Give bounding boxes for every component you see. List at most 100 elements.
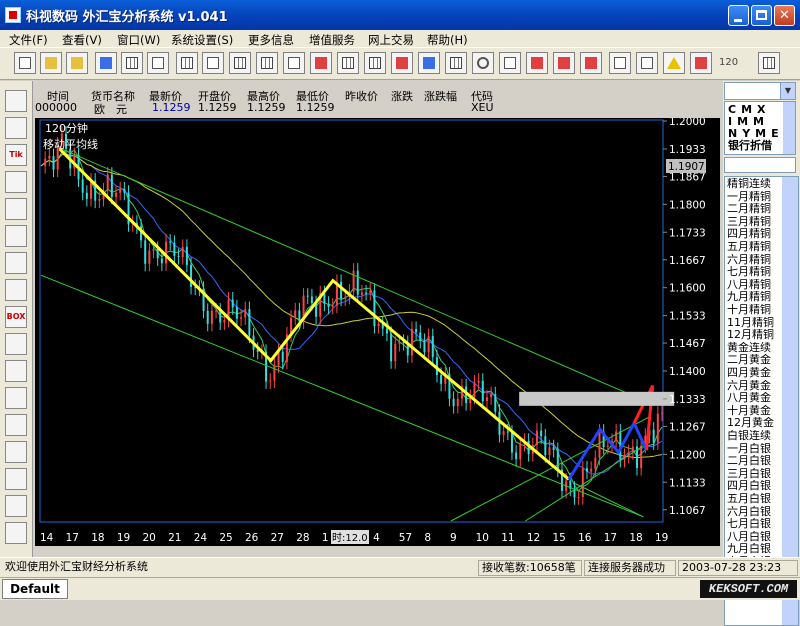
exchange-scrollbar[interactable] bbox=[783, 102, 795, 154]
exchange-list[interactable]: CMX IMM NYME 银行折借 bbox=[724, 101, 796, 155]
product-list-item[interactable]: 十月精铜 bbox=[727, 304, 777, 317]
calc-tool[interactable] bbox=[5, 522, 27, 544]
print-preview-button[interactable] bbox=[121, 52, 143, 74]
product-list-item[interactable]: 八月精铜 bbox=[727, 279, 777, 292]
chart-canvas[interactable]: 1.2000 1.1933 1.1867 1.1800 1.1733 1.1667 1.16… bbox=[35, 118, 720, 528]
product-list-item[interactable]: 二月白银 bbox=[727, 455, 777, 468]
indicator-button[interactable] bbox=[391, 52, 413, 74]
note-button[interactable] bbox=[499, 52, 521, 74]
menu-more-info[interactable]: 更多信息 bbox=[248, 32, 294, 48]
product-list-item[interactable]: 六月黄金 bbox=[727, 380, 777, 393]
product-list-item[interactable]: 11月精铜 bbox=[727, 317, 777, 330]
product-list-item[interactable]: 七月精铜 bbox=[727, 266, 777, 279]
product-list-item[interactable]: 九月精铜 bbox=[727, 291, 777, 304]
product-list-item[interactable]: 八月黄金 bbox=[727, 392, 777, 405]
line-tool[interactable] bbox=[5, 171, 27, 193]
menu-system-settings[interactable]: 系统设置(S) bbox=[171, 32, 233, 48]
eraser-tool[interactable] bbox=[5, 360, 27, 382]
product-list-item[interactable]: 二月精铜 bbox=[727, 203, 777, 216]
x-tick-label: 25 bbox=[219, 532, 232, 544]
product-list-item[interactable]: 一月精铜 bbox=[727, 191, 777, 204]
bars-button[interactable] bbox=[364, 52, 386, 74]
market-combo[interactable]: ▼ bbox=[724, 82, 796, 100]
list-button[interactable] bbox=[758, 52, 780, 74]
product-list-item[interactable]: 四月白银 bbox=[727, 480, 777, 493]
y-tick-label: 1.1933 bbox=[669, 144, 706, 156]
menu-file[interactable]: 文件(F) bbox=[9, 32, 48, 48]
tab-bar: Default bbox=[0, 577, 800, 600]
alert-button[interactable] bbox=[663, 52, 685, 74]
maximize-button[interactable] bbox=[751, 5, 772, 26]
arrow-tool[interactable] bbox=[5, 495, 27, 517]
period-select[interactable]: 120 bbox=[717, 54, 751, 72]
exit-button[interactable] bbox=[690, 52, 712, 74]
film-button[interactable] bbox=[337, 52, 359, 74]
product-list-item[interactable]: 四月黄金 bbox=[727, 367, 777, 380]
layout-button[interactable] bbox=[283, 52, 305, 74]
help-button[interactable] bbox=[636, 52, 658, 74]
tile-button[interactable] bbox=[229, 52, 251, 74]
candle-body bbox=[106, 174, 109, 191]
find-button[interactable] bbox=[147, 52, 169, 74]
panel-button[interactable] bbox=[609, 52, 631, 74]
trendline-button[interactable] bbox=[418, 52, 440, 74]
open-button[interactable] bbox=[40, 52, 62, 74]
table-button[interactable] bbox=[445, 52, 467, 74]
product-list-item[interactable]: 白银连续 bbox=[727, 430, 777, 443]
tab-default[interactable]: Default bbox=[2, 579, 68, 599]
chart-line-button[interactable] bbox=[310, 52, 332, 74]
target-tool[interactable] bbox=[5, 468, 27, 490]
news-button[interactable] bbox=[526, 52, 548, 74]
product-list-item[interactable]: 六月白银 bbox=[727, 506, 777, 519]
tik-tool[interactable]: Tik bbox=[5, 144, 27, 166]
window-button[interactable] bbox=[202, 52, 224, 74]
close-button[interactable]: ✕ bbox=[774, 5, 795, 26]
product-list-item[interactable]: 12月精铜 bbox=[727, 329, 777, 342]
product-list-item[interactable]: 五月精铜 bbox=[727, 241, 777, 254]
minimize-button[interactable] bbox=[728, 5, 749, 26]
product-list-item[interactable]: 七月白银 bbox=[727, 518, 777, 531]
save-button[interactable] bbox=[95, 52, 117, 74]
cascade-button[interactable] bbox=[256, 52, 278, 74]
product-list-item[interactable]: 三月白银 bbox=[727, 468, 777, 481]
toolbar bbox=[0, 48, 800, 80]
menu-online-trade[interactable]: 网上交易 bbox=[368, 32, 414, 48]
product-list-item[interactable]: 五月白银 bbox=[727, 493, 777, 506]
down-button[interactable] bbox=[580, 52, 602, 74]
channel-tool[interactable] bbox=[5, 225, 27, 247]
product-list-item[interactable]: 十月黄金 bbox=[727, 405, 777, 418]
price-chart[interactable]: 1.2000 1.1933 1.1867 1.1800 1.1733 1.1667 1.16… bbox=[35, 118, 720, 528]
fibonacci-fan-tool[interactable] bbox=[5, 90, 27, 112]
new-button[interactable] bbox=[14, 52, 36, 74]
product-list-item[interactable]: 一月白银 bbox=[727, 443, 777, 456]
product-list-item[interactable]: 八月白银 bbox=[727, 531, 777, 544]
product-list-item[interactable]: 12月黄金 bbox=[727, 417, 777, 430]
print-button[interactable] bbox=[176, 52, 198, 74]
circle-tool[interactable] bbox=[5, 441, 27, 463]
clock-button[interactable] bbox=[472, 52, 494, 74]
exchange-row[interactable]: 银行折借 bbox=[728, 140, 772, 152]
menu-view[interactable]: 查看(V) bbox=[62, 32, 102, 48]
cycle-tool[interactable] bbox=[5, 414, 27, 436]
table-icon bbox=[450, 57, 462, 69]
product-list-item[interactable]: 三月精铜 bbox=[727, 216, 777, 229]
folder2-button[interactable] bbox=[66, 52, 88, 74]
product-list-item[interactable]: 二月黄金 bbox=[727, 354, 777, 367]
up-button[interactable] bbox=[553, 52, 575, 74]
menu-window[interactable]: 窗口(W) bbox=[117, 32, 160, 48]
fan-line-tool[interactable] bbox=[5, 117, 27, 139]
parallel-tool[interactable] bbox=[5, 252, 27, 274]
box-tool[interactable]: BOX bbox=[5, 306, 27, 328]
product-list-item[interactable]: 精铜连续 bbox=[727, 178, 777, 191]
ray-tool[interactable] bbox=[5, 198, 27, 220]
product-list-item[interactable]: 九月白银 bbox=[727, 543, 777, 556]
delete-tool[interactable] bbox=[5, 333, 27, 355]
product-list-item[interactable]: 黄金连续 bbox=[727, 342, 777, 355]
product-list-item[interactable]: 四月精铜 bbox=[727, 228, 777, 241]
zoom-tool[interactable] bbox=[5, 387, 27, 409]
search-field[interactable] bbox=[724, 157, 796, 173]
menu-value-added[interactable]: 增值服务 bbox=[309, 32, 355, 48]
menu-help[interactable]: 帮助(H) bbox=[427, 32, 468, 48]
gann-tool[interactable] bbox=[5, 279, 27, 301]
product-list-item[interactable]: 六月精铜 bbox=[727, 254, 777, 267]
